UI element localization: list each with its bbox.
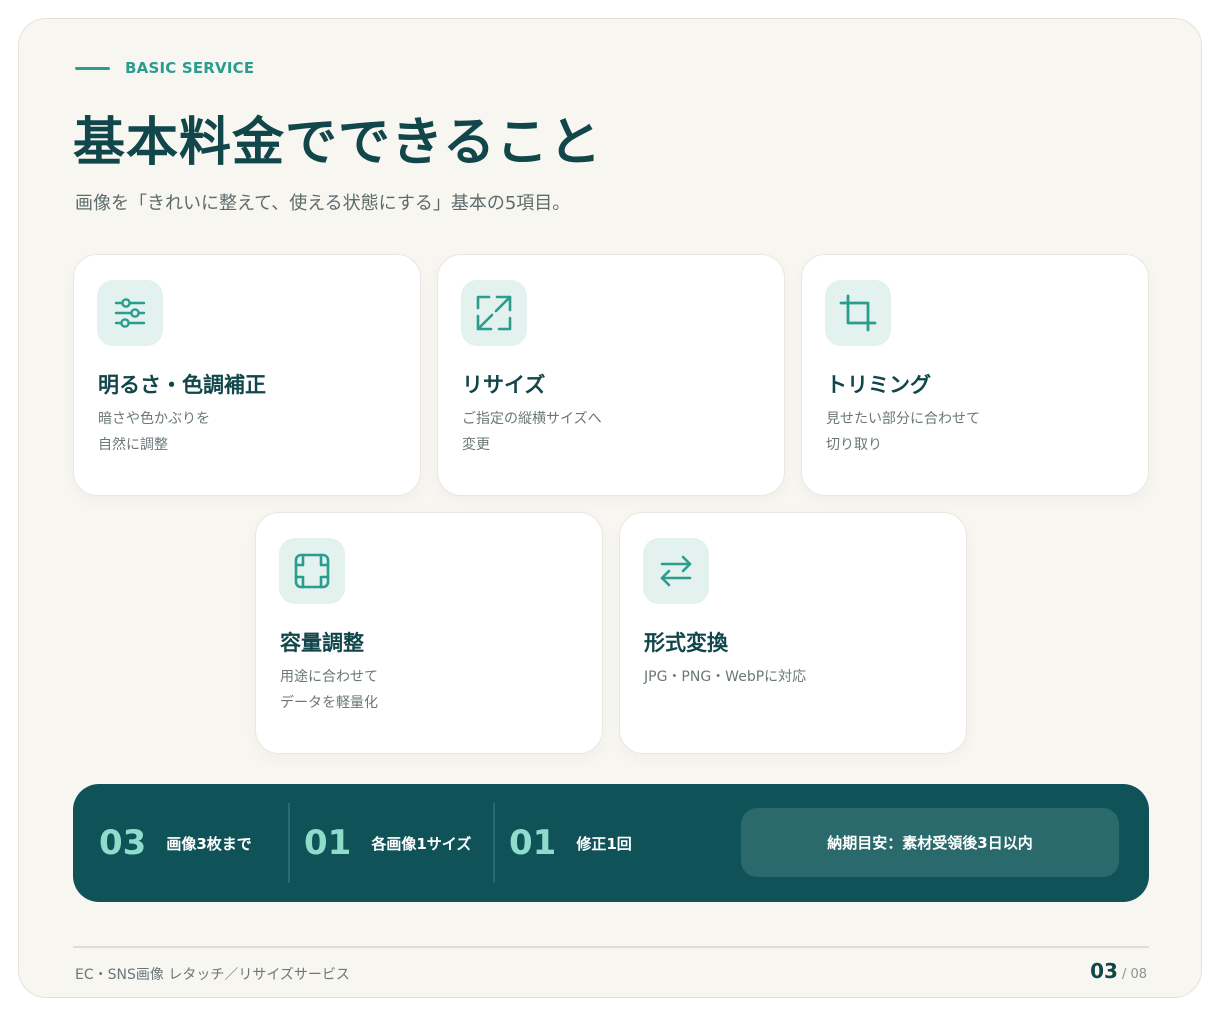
stat-revisions: 01 修正1回	[509, 784, 632, 902]
card-description: 用途に合わせて データを軽量化	[280, 664, 378, 716]
card-desc-line: 見せたい部分に合わせて	[826, 411, 980, 427]
sliders-icon	[97, 280, 163, 346]
card-desc-line: ご指定の縦横サイズへ	[462, 411, 602, 427]
crop-icon	[825, 280, 891, 346]
expand-arrows-icon	[461, 280, 527, 346]
card-title: 容量調整	[280, 631, 364, 655]
card-description: 暗さや色かぶりを 自然に調整	[98, 406, 210, 458]
stat-images: 03 画像3枚まで	[99, 784, 252, 902]
stat-sizes: 01 各画像1サイズ	[304, 784, 471, 902]
service-card-trimming: トリミング 見せたい部分に合わせて 切り取り	[801, 254, 1149, 496]
stat-label: 各画像1サイズ	[371, 834, 472, 853]
service-card-resize: リサイズ ご指定の縦横サイズへ 変更	[437, 254, 785, 496]
stat-divider	[288, 803, 290, 883]
eyebrow-line	[75, 66, 110, 70]
page-total: / 08	[1121, 967, 1147, 982]
stat-number: 03	[99, 823, 147, 863]
card-desc-line: 自然に調整	[98, 437, 168, 453]
stats-band: 03 画像3枚まで 01 各画像1サイズ 01 修正1回 納期目安：素材受領後3…	[73, 784, 1149, 902]
stat-label: 修正1回	[576, 834, 632, 853]
eyebrow-text: BASIC SERVICE	[125, 59, 255, 77]
service-card-filesize: 容量調整 用途に合わせて データを軽量化	[255, 512, 603, 754]
compress-frame-icon	[279, 538, 345, 604]
stat-number: 01	[304, 823, 352, 863]
service-card-format: 形式変換 JPG・PNG・WebPに対応	[619, 512, 967, 754]
card-description: JPG・PNG・WebPに対応	[644, 664, 806, 690]
page-subtitle: 画像を「きれいに整えて、使える状態にする」基本の5項目。	[75, 193, 571, 214]
card-description: ご指定の縦横サイズへ 変更	[462, 406, 602, 458]
card-title: リサイズ	[462, 373, 546, 397]
delivery-note: 納期目安：素材受領後3日以内	[741, 808, 1119, 877]
stat-number: 01	[509, 823, 557, 863]
card-desc-line: 用途に合わせて	[280, 669, 378, 685]
page-number: 03/ 08	[1090, 959, 1147, 983]
card-desc-line: JPG・PNG・WebPに対応	[644, 669, 807, 685]
slide-page: BASIC SERVICE 基本料金でできること 画像を「きれいに整えて、使える…	[18, 18, 1202, 998]
swap-arrows-icon	[643, 538, 709, 604]
card-title: 形式変換	[644, 631, 728, 655]
page-title: 基本料金でできること	[73, 113, 602, 173]
card-desc-line: 変更	[462, 437, 490, 453]
eyebrow: BASIC SERVICE	[75, 59, 254, 77]
card-description: 見せたい部分に合わせて 切り取り	[826, 406, 980, 458]
card-desc-line: 切り取り	[826, 437, 882, 453]
footer-divider	[73, 946, 1149, 948]
footer-text: EC・SNS画像 レタッチ／リサイズサービス	[75, 967, 350, 983]
page-current: 03	[1090, 959, 1118, 983]
service-card-brightness: 明るさ・色調補正 暗さや色かぶりを 自然に調整	[73, 254, 421, 496]
card-desc-line: 暗さや色かぶりを	[98, 411, 210, 427]
card-title: トリミング	[826, 373, 931, 397]
card-desc-line: データを軽量化	[280, 695, 378, 711]
stat-label: 画像3枚まで	[166, 834, 252, 853]
stat-divider	[493, 803, 495, 883]
card-title: 明るさ・色調補正	[98, 373, 266, 397]
